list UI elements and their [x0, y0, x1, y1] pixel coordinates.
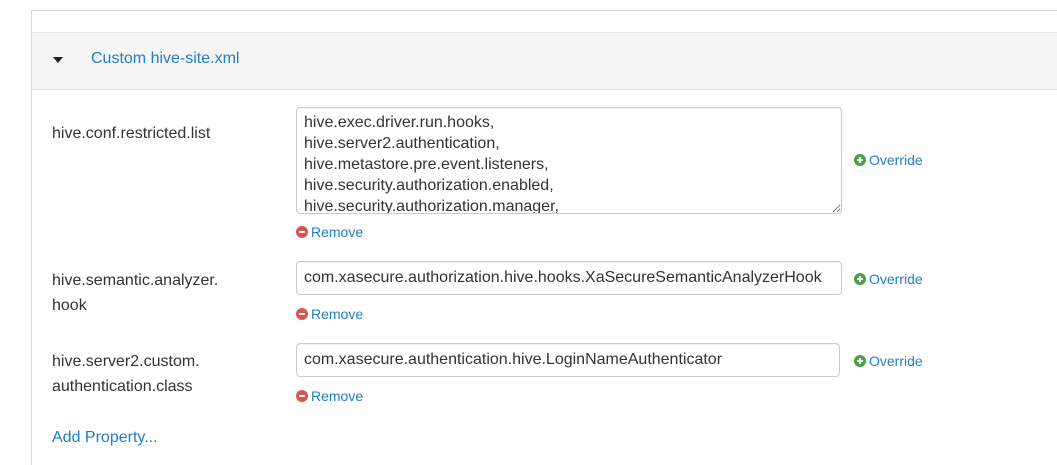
minus-circle-icon — [296, 390, 308, 402]
property-name: hive.conf.restricted.list — [52, 125, 211, 142]
plus-circle-icon — [854, 355, 866, 367]
property-name-line: hive.server2.custom. — [52, 353, 200, 370]
plus-circle-icon — [854, 273, 866, 285]
minus-circle-icon — [296, 226, 308, 238]
override-button[interactable]: Override — [854, 353, 923, 369]
remove-label: Remove — [311, 388, 364, 404]
remove-button[interactable]: Remove — [296, 306, 363, 322]
property-name: hive.server2.custom. authentication.clas… — [52, 349, 282, 399]
override-button[interactable]: Override — [854, 152, 923, 168]
property-value-input[interactable] — [296, 343, 840, 377]
caret-down-icon[interactable] — [53, 57, 63, 63]
property-value-textarea[interactable] — [296, 107, 842, 214]
override-button[interactable]: Override — [854, 271, 923, 287]
add-property-link[interactable]: Add Property... — [52, 429, 158, 447]
section-title[interactable]: Custom hive-site.xml — [91, 50, 239, 68]
remove-label: Remove — [311, 306, 364, 322]
property-name-line: hive.semantic.analyzer. — [52, 272, 219, 289]
property-name: hive.semantic.analyzer. hook — [52, 268, 282, 318]
panel-header[interactable]: Custom hive-site.xml — [32, 32, 1057, 90]
property-name-line: authentication.class — [52, 378, 193, 395]
minus-circle-icon — [296, 308, 308, 320]
remove-button[interactable]: Remove — [296, 388, 363, 404]
remove-label: Remove — [311, 224, 364, 240]
remove-button[interactable]: Remove — [296, 224, 363, 240]
property-name-line: hook — [52, 297, 87, 314]
override-label: Override — [869, 152, 923, 168]
config-panel: Custom hive-site.xml hive.conf.restricte… — [31, 10, 1057, 465]
override-label: Override — [869, 353, 923, 369]
property-value-input[interactable] — [296, 261, 842, 295]
override-label: Override — [869, 271, 923, 287]
plus-circle-icon — [854, 154, 866, 166]
